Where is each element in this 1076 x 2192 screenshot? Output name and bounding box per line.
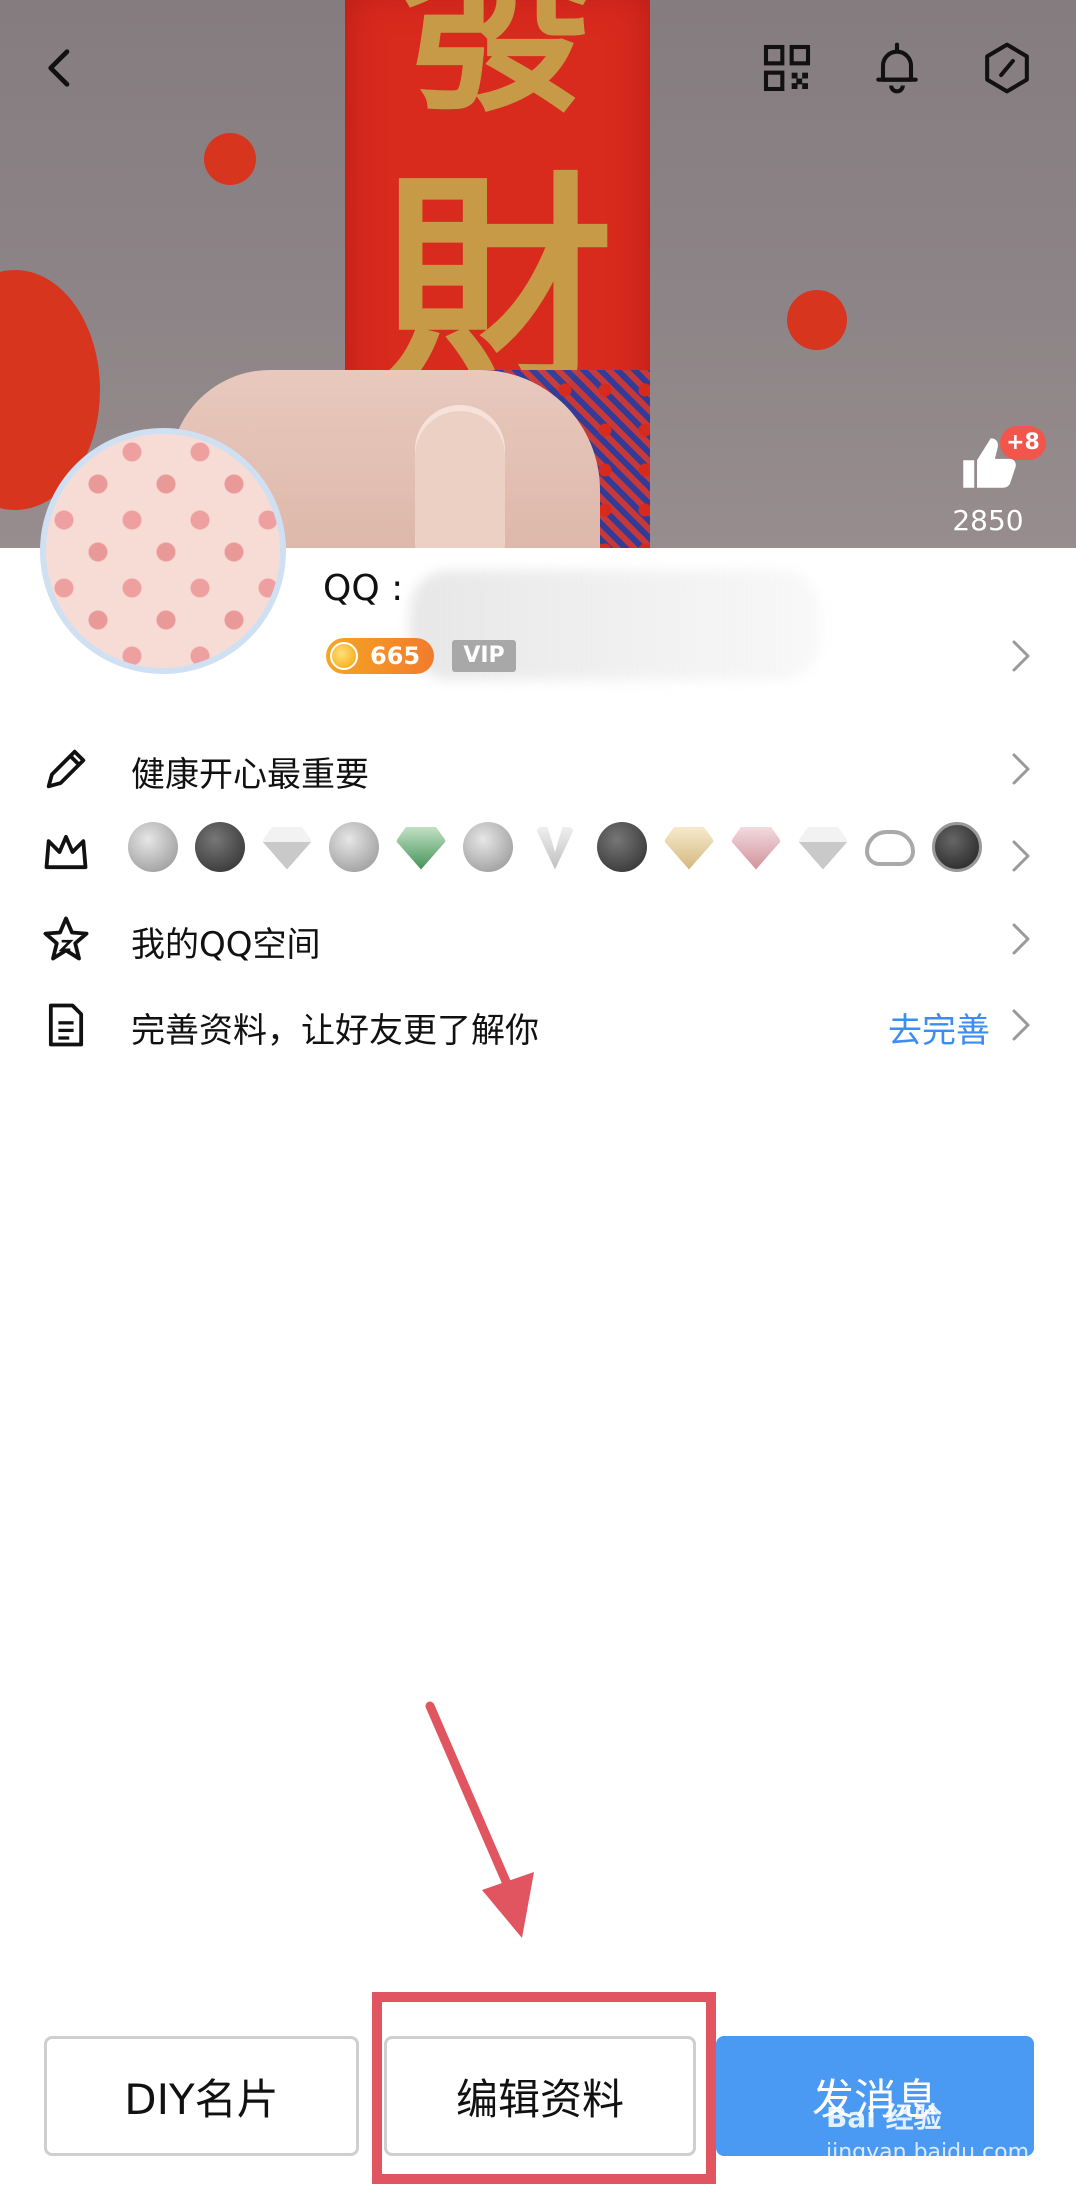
- document-icon: [40, 999, 92, 1051]
- annotation-arrow: [425, 1701, 534, 1938]
- profile-chevron-icon[interactable]: [1006, 636, 1036, 676]
- medal-icon: [195, 822, 245, 872]
- diamond-icon: [396, 827, 446, 870]
- avatar[interactable]: [40, 428, 286, 674]
- level-badge[interactable]: 665: [326, 638, 434, 674]
- star-icon: [40, 913, 92, 965]
- complete-profile-label: 完善资料，让好友更了解你: [131, 1011, 539, 1051]
- like-new-badge: +8: [1000, 426, 1046, 460]
- chevron-right-icon: [1006, 919, 1036, 959]
- diamond-icon: [731, 827, 781, 870]
- pencil-icon: [40, 743, 92, 795]
- hexagon-settings-icon: [985, 42, 1029, 94]
- settings-button[interactable]: [975, 36, 1039, 100]
- chevron-right-icon: [1006, 1005, 1036, 1045]
- back-button[interactable]: [28, 36, 92, 100]
- signature-text: 健康开心最重要: [131, 755, 369, 795]
- medal-icon: [329, 822, 379, 872]
- qzone-label: 我的QQ空间: [131, 925, 321, 965]
- diamond-icon: [798, 827, 848, 870]
- qzone-row[interactable]: 我的QQ空间: [0, 897, 1076, 977]
- chevron-right-icon: [1006, 749, 1036, 789]
- complete-profile-link[interactable]: 去完善: [888, 1003, 990, 1052]
- cloud-icon: [865, 830, 915, 866]
- diy-card-button[interactable]: DIY名片: [44, 2036, 359, 2156]
- diamond-icon: [262, 827, 312, 870]
- bell-icon: [876, 42, 918, 94]
- qrcode-button[interactable]: [755, 36, 819, 100]
- watermark-url: jingyan.baidu.com: [826, 2140, 1030, 2165]
- like-count: 2850: [952, 504, 1024, 537]
- penguin-medal-icon: [597, 822, 647, 872]
- medal-icon: [128, 822, 178, 872]
- watermark-logo: Bai 经验: [826, 2101, 942, 2134]
- notification-button[interactable]: [865, 36, 929, 100]
- coin-icon: [330, 642, 358, 670]
- complete-profile-row[interactable]: 完善资料，让好友更了解你 去完善: [0, 983, 1076, 1063]
- medal-wall: [128, 822, 982, 872]
- medals-row[interactable]: [0, 810, 1076, 890]
- cf-medal-icon: [932, 822, 982, 872]
- annotation-highlight-box: [372, 1992, 716, 2184]
- medal-icon: [463, 822, 513, 872]
- chevron-left-icon: [48, 49, 70, 87]
- chevron-right-icon: [1006, 836, 1036, 876]
- signature-row[interactable]: 健康开心最重要: [0, 727, 1076, 807]
- vip-badge[interactable]: VIP: [452, 640, 516, 672]
- qq-number-label: QQ :: [323, 568, 404, 609]
- v-medal-icon: [535, 827, 575, 870]
- crown-icon: [40, 826, 92, 878]
- diamond-icon: [664, 827, 714, 870]
- qrcode-icon: [763, 44, 811, 92]
